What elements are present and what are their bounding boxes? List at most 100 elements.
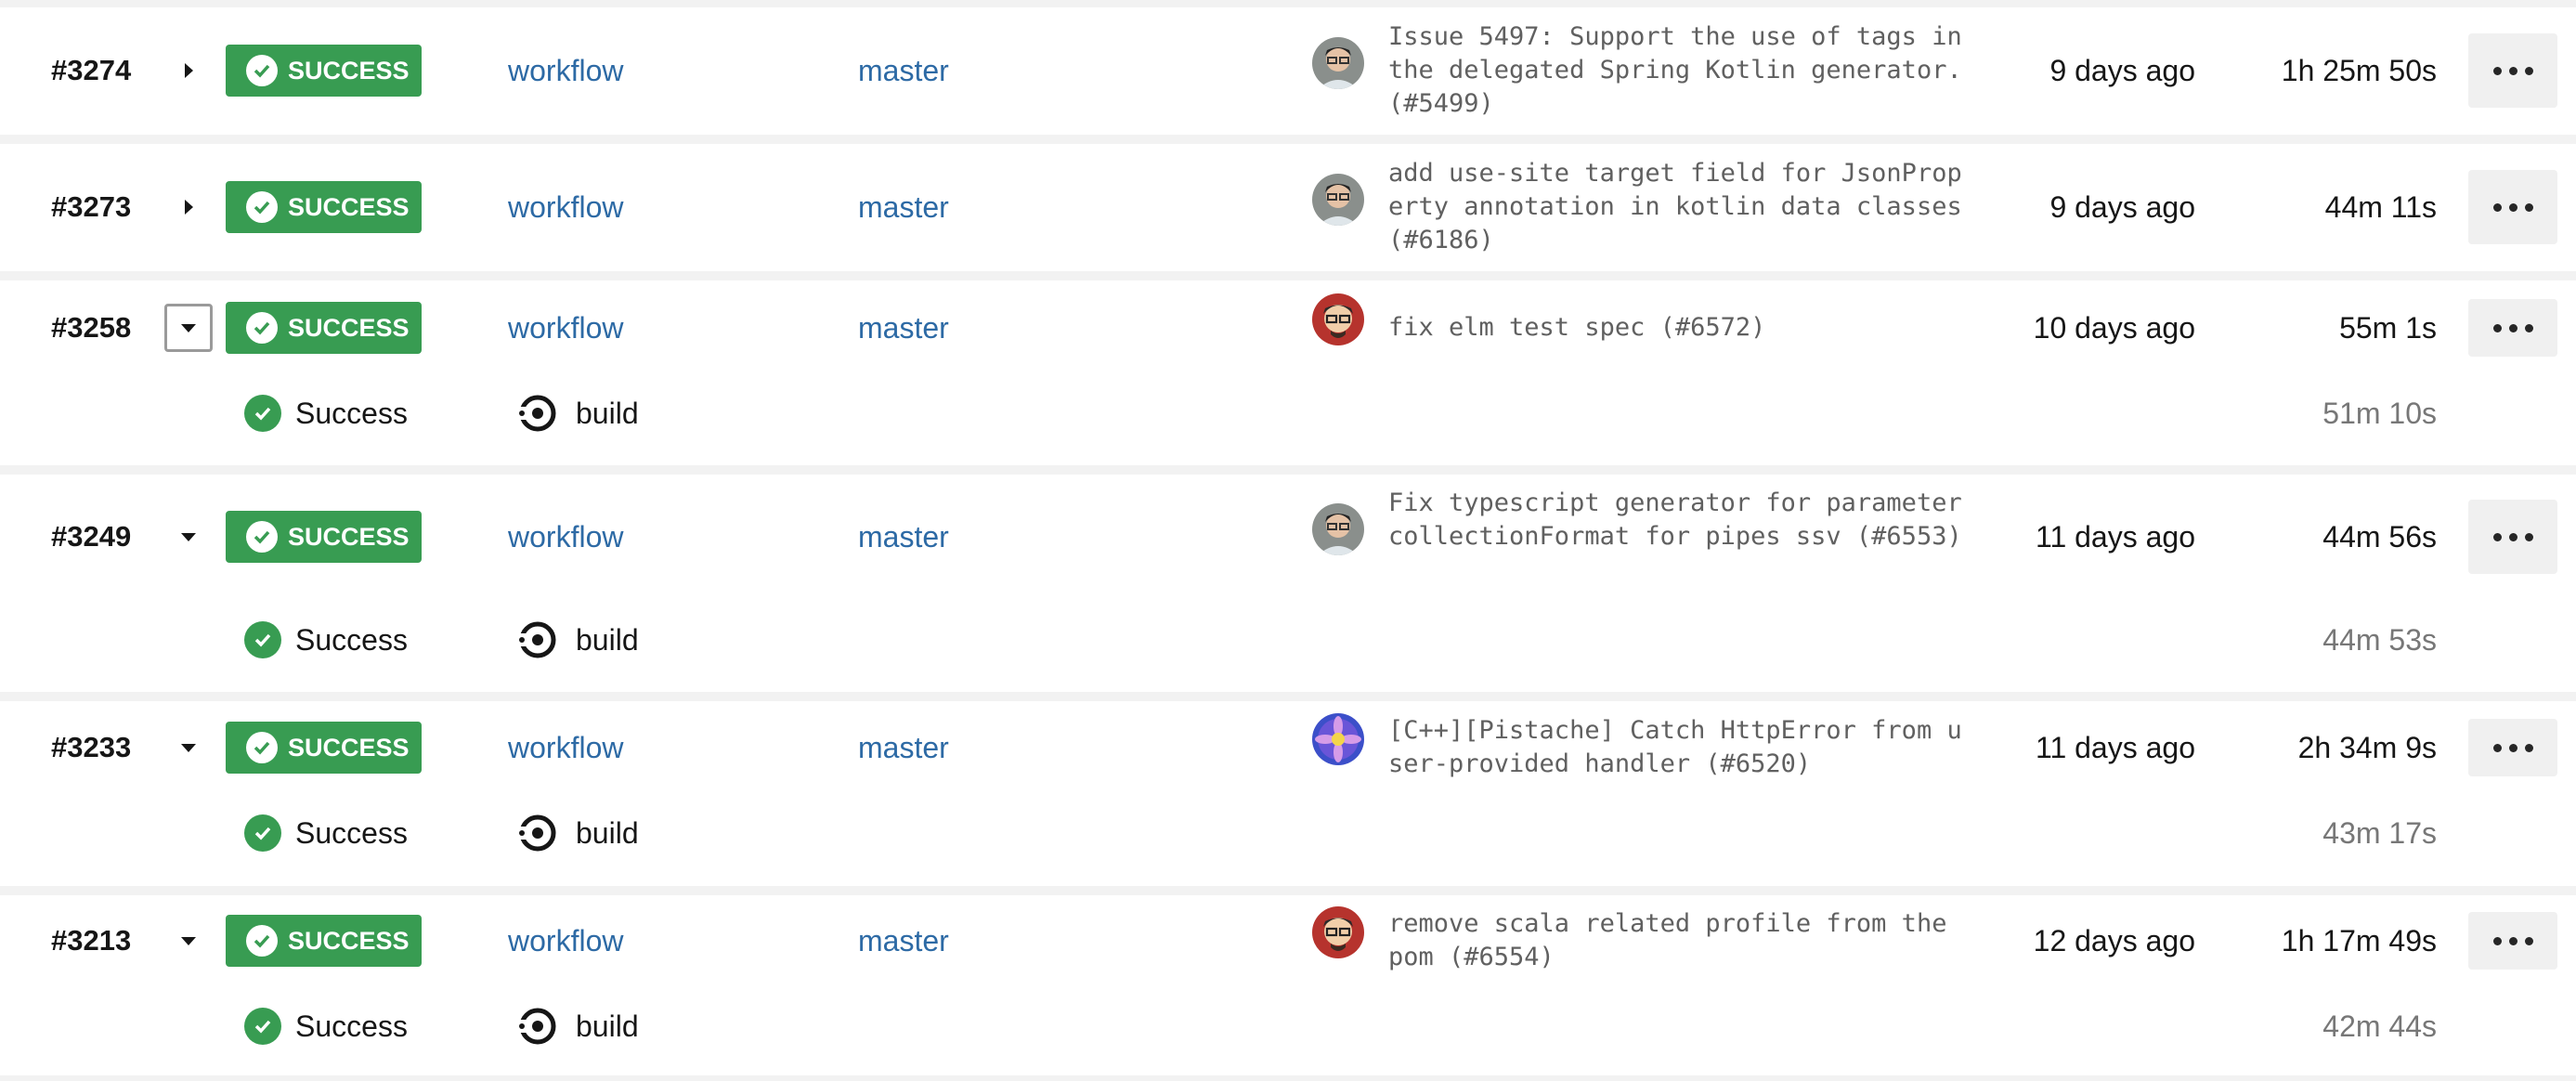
branch-link[interactable]: master	[858, 309, 949, 346]
job-duration: 42m 44s	[2322, 1009, 2437, 1043]
pipeline-row: #3233 SUCCESS workflow master [C++][Pist…	[0, 701, 2576, 886]
job-name: build	[576, 622, 639, 657]
caret-down-icon	[181, 533, 196, 541]
status-badge[interactable]: SUCCESS	[226, 181, 422, 233]
workflow-link[interactable]: workflow	[508, 309, 623, 346]
workflow-link[interactable]: workflow	[508, 189, 623, 226]
workflow-link[interactable]: workflow	[508, 729, 623, 766]
job-status: Success	[244, 395, 408, 432]
caret-right-icon	[185, 200, 193, 215]
status-badge[interactable]: SUCCESS	[226, 45, 422, 97]
collapse-toggle[interactable]	[164, 304, 213, 352]
time-ago: 11 days ago	[2036, 730, 2195, 764]
expand-toggle[interactable]	[164, 183, 213, 231]
more-dots-icon[interactable]	[2468, 912, 2557, 970]
branch-link[interactable]: master	[858, 189, 949, 226]
job-status: Success	[244, 1008, 408, 1045]
commit-message[interactable]: [C++][Pistache] Catch HttpError from use…	[1388, 714, 1973, 781]
check-circle-icon	[246, 312, 278, 344]
pipeline-duration: 1h 17m 49s	[2281, 923, 2437, 957]
circleci-icon	[518, 814, 556, 852]
circleci-icon	[518, 395, 556, 432]
check-circle-icon	[246, 732, 278, 763]
time-ago: 10 days ago	[2033, 310, 2195, 345]
time-ago: 12 days ago	[2033, 923, 2195, 957]
check-circle-icon	[244, 814, 281, 852]
commit-message[interactable]: Fix typescript generator for parameter c…	[1388, 487, 1973, 554]
job-status-label: Success	[295, 815, 408, 850]
status-badge[interactable]: SUCCESS	[226, 915, 422, 967]
branch-link[interactable]: master	[858, 729, 949, 766]
pipeline-number[interactable]: #3274	[51, 52, 131, 89]
job-name: build	[576, 1009, 639, 1043]
job-duration: 43m 17s	[2322, 815, 2437, 850]
job-link[interactable]: build	[518, 1008, 639, 1045]
pipeline-row: #3274 SUCCESS workflow master Issue 5497…	[0, 7, 2576, 135]
branch-link[interactable]: master	[858, 52, 949, 89]
status-label: SUCCESS	[288, 926, 410, 955]
caret-down-icon	[181, 324, 196, 332]
branch-link[interactable]: master	[858, 922, 949, 959]
more-dots-icon[interactable]	[2468, 299, 2557, 357]
collapse-toggle[interactable]	[164, 917, 213, 965]
pipeline-row: #3213 SUCCESS workflow master remove sca…	[0, 895, 2576, 1075]
pipeline-row: #3273 SUCCESS workflow master add use-si…	[0, 144, 2576, 271]
status-badge[interactable]: SUCCESS	[226, 511, 422, 563]
check-circle-icon	[246, 191, 278, 223]
avatar[interactable]	[1312, 906, 1364, 958]
commit-message[interactable]: add use-site target field for JsonProper…	[1388, 157, 1973, 257]
status-label: SUCCESS	[288, 192, 410, 221]
check-circle-icon	[244, 1008, 281, 1045]
avatar[interactable]	[1312, 37, 1364, 89]
workflow-link[interactable]: workflow	[508, 922, 623, 959]
pipeline-number[interactable]: #3213	[51, 922, 131, 959]
workflow-link[interactable]: workflow	[508, 518, 623, 555]
check-circle-icon	[246, 55, 278, 86]
pipeline-number[interactable]: #3233	[51, 729, 131, 766]
branch-link[interactable]: master	[858, 518, 949, 555]
avatar[interactable]	[1312, 174, 1364, 226]
more-dots-icon[interactable]	[2468, 170, 2557, 244]
expand-toggle[interactable]	[164, 46, 213, 95]
avatar[interactable]	[1312, 503, 1364, 555]
pipeline-number[interactable]: #3249	[51, 518, 131, 555]
avatar[interactable]	[1312, 713, 1364, 765]
time-ago: 11 days ago	[2036, 519, 2195, 554]
pipeline-number[interactable]: #3258	[51, 309, 131, 346]
pipeline-number[interactable]: #3273	[51, 189, 131, 226]
circleci-icon	[518, 1008, 556, 1045]
circleci-icon	[518, 621, 556, 658]
check-circle-icon	[246, 925, 278, 957]
status-label: SUCCESS	[288, 733, 410, 762]
job-name: build	[576, 396, 639, 430]
job-duration: 51m 10s	[2322, 396, 2437, 430]
collapse-toggle[interactable]	[164, 513, 213, 561]
pipeline-row: #3258 SUCCESS workflow master fix elm te…	[0, 280, 2576, 465]
pipeline-list: #3274 SUCCESS workflow master Issue 5497…	[0, 0, 2576, 1081]
commit-message[interactable]: fix elm test spec (#6572)	[1388, 311, 1973, 345]
more-dots-icon[interactable]	[2468, 500, 2557, 574]
job-status-label: Success	[295, 622, 408, 657]
avatar[interactable]	[1312, 293, 1364, 345]
collapse-toggle[interactable]	[164, 723, 213, 772]
job-status: Success	[244, 621, 408, 658]
job-duration: 44m 53s	[2322, 622, 2437, 657]
time-ago: 9 days ago	[2049, 189, 2195, 224]
pipeline-duration: 1h 25m 50s	[2281, 53, 2437, 87]
commit-message[interactable]: remove scala related profile from the po…	[1388, 907, 1973, 974]
more-dots-icon[interactable]	[2468, 719, 2557, 776]
caret-right-icon	[185, 63, 193, 78]
commit-message[interactable]: Issue 5497: Support the use of tags in t…	[1388, 20, 1973, 121]
job-status-label: Success	[295, 396, 408, 430]
job-link[interactable]: build	[518, 395, 639, 432]
more-dots-icon[interactable]	[2468, 33, 2557, 108]
job-link[interactable]: build	[518, 621, 639, 658]
status-badge[interactable]: SUCCESS	[226, 722, 422, 774]
pipeline-duration: 55m 1s	[2339, 310, 2437, 345]
job-link[interactable]: build	[518, 814, 639, 852]
status-label: SUCCESS	[288, 56, 410, 85]
caret-down-icon	[181, 937, 196, 945]
status-badge[interactable]: SUCCESS	[226, 302, 422, 354]
workflow-link[interactable]: workflow	[508, 52, 623, 89]
pipeline-duration: 2h 34m 9s	[2297, 730, 2437, 764]
